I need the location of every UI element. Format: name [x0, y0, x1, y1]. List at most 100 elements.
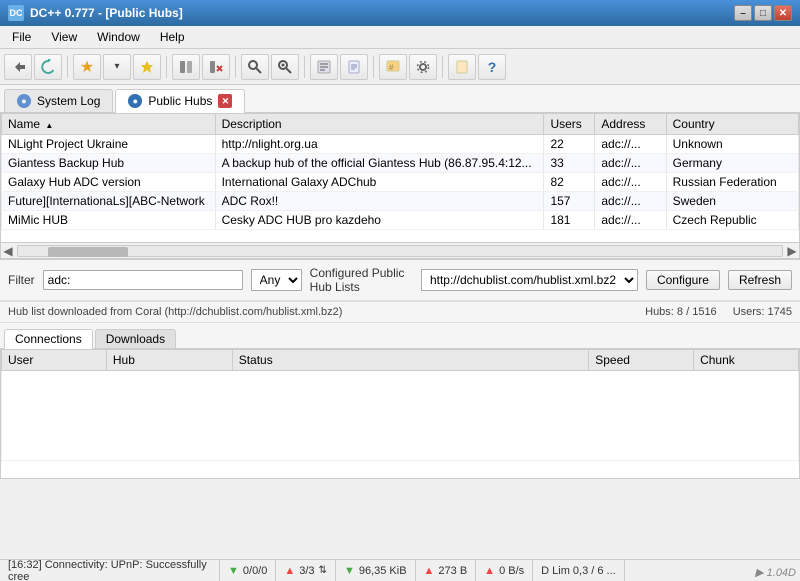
back-button[interactable]: [4, 54, 32, 80]
hub-users: 157: [544, 192, 595, 211]
bottom-panel[interactable]: User Hub Status Speed Chunk Downloads: [0, 349, 800, 479]
sep2: [166, 56, 167, 78]
col-users[interactable]: Users: [544, 114, 595, 135]
tab-downloads[interactable]: Downloads: [95, 329, 176, 348]
rate-text: 0 B/s: [499, 565, 524, 577]
download-speed-status: ▼ 96,35 KiB: [336, 560, 416, 581]
queue-icon: ▼: [228, 565, 239, 577]
settings-button[interactable]: [409, 54, 437, 80]
table-row[interactable]: Future][InternationaLs][ABC-Network ADC …: [2, 192, 799, 211]
sep4: [304, 56, 305, 78]
connectivity-text: [16:32] Connectivity: UPnP: Successfully…: [8, 559, 211, 581]
hscroll-bar[interactable]: ◀ ▶: [1, 243, 799, 259]
hub-status-text: Hub list downloaded from Coral (http://d…: [8, 306, 342, 318]
notepad-button[interactable]: [448, 54, 476, 80]
titlebar: DC DC++ 0.777 - [Public Hubs] – □ ✕: [0, 0, 800, 26]
about-button[interactable]: ?: [478, 54, 506, 80]
tab-syslog[interactable]: ● System Log: [4, 89, 113, 112]
adl-button[interactable]: [310, 54, 338, 80]
maximize-button[interactable]: □: [754, 5, 772, 21]
reload-button[interactable]: [34, 54, 62, 80]
table-row[interactable]: MiMic HUB Cesky ADC HUB pro kazdeho 181 …: [2, 211, 799, 230]
ul-speed-icon: ▲: [424, 565, 435, 577]
hub-desc: International Galaxy ADChub: [215, 173, 544, 192]
menu-view[interactable]: View: [43, 28, 85, 46]
hub-table-container[interactable]: Name ▲ Description Users Address Country…: [1, 113, 799, 243]
col-status[interactable]: Status: [232, 350, 589, 371]
app-icon: DC: [8, 5, 24, 21]
minimize-button[interactable]: –: [734, 5, 752, 21]
favorites-arrow-button[interactable]: ▾: [103, 54, 131, 80]
hub-desc: A backup hub of the official Giantess Hu…: [215, 154, 544, 173]
hub-address: adc://...: [595, 211, 666, 230]
add-favorite-button[interactable]: [133, 54, 161, 80]
tabs-container: ● System Log ● Public Hubs ✕: [0, 85, 800, 113]
col-address[interactable]: Address: [595, 114, 666, 135]
menu-file[interactable]: File: [4, 28, 39, 46]
tab-pubhubs[interactable]: ● Public Hubs ✕: [115, 89, 245, 113]
hub-users: 22: [544, 135, 595, 154]
col-country[interactable]: Country: [666, 114, 798, 135]
spy-button[interactable]: [271, 54, 299, 80]
hub-country: Unknown: [666, 135, 798, 154]
connect-button[interactable]: [172, 54, 200, 80]
hub-country: Sweden: [666, 192, 798, 211]
hub-desc: http://nlight.org.ua: [215, 135, 544, 154]
rate-icon: ▲: [484, 565, 495, 577]
menu-window[interactable]: Window: [89, 28, 148, 46]
syslog-tab-label: System Log: [37, 94, 100, 108]
svg-text:#: #: [389, 63, 394, 72]
menu-help[interactable]: Help: [152, 28, 193, 46]
config-label: Configured Public Hub Lists: [310, 266, 413, 294]
configure-button[interactable]: Configure: [646, 270, 720, 290]
close-button[interactable]: ✕: [774, 5, 792, 21]
hub-country: Russian Federation: [666, 173, 798, 192]
pubhubs-tab-close[interactable]: ✕: [218, 94, 232, 108]
table-row[interactable]: Giantess Backup Hub A backup hub of the …: [2, 154, 799, 173]
hash-button[interactable]: #: [379, 54, 407, 80]
hub-desc: Cesky ADC HUB pro kazdeho: [215, 211, 544, 230]
hub-users: 82: [544, 173, 595, 192]
sep3: [235, 56, 236, 78]
hub-country: Czech Republic: [666, 211, 798, 230]
transfers-status: ▲ 3/3 ⇅: [276, 560, 336, 581]
hub-name: Galaxy Hub ADC version: [2, 173, 216, 192]
tab-connections[interactable]: Connections: [4, 329, 93, 349]
user-count: Users: 1745: [733, 306, 792, 318]
hub-address: adc://...: [595, 135, 666, 154]
table-row[interactable]: Galaxy Hub ADC version International Gal…: [2, 173, 799, 192]
search-button[interactable]: [241, 54, 269, 80]
dl-speed-icon: ▼: [344, 565, 355, 577]
lim-status: D Lim 0,3 / 6 ...: [533, 560, 625, 581]
hub-address: adc://...: [595, 192, 666, 211]
connectivity-status: [16:32] Connectivity: UPnP: Successfully…: [0, 560, 220, 581]
col-speed[interactable]: Speed: [589, 350, 694, 371]
col-hub[interactable]: Hub: [106, 350, 232, 371]
filter-match-select[interactable]: Any All: [251, 269, 302, 291]
transfer-arrows-icon: ⇅: [319, 565, 327, 576]
filelist-button[interactable]: [340, 54, 368, 80]
hub-users: 33: [544, 154, 595, 173]
col-chunk[interactable]: Chunk: [694, 350, 799, 371]
hub-desc: ADC Rox!!: [215, 192, 544, 211]
filter-input[interactable]: [43, 270, 243, 290]
favorites-button[interactable]: ★: [73, 54, 101, 80]
hub-list-url-select[interactable]: http://dchublist.com/hublist.xml.bz2: [421, 269, 638, 291]
filter-label: Filter: [8, 273, 35, 287]
table-row[interactable]: NLight Project Ukraine http://nlight.org…: [2, 135, 799, 154]
config-section: Configured Public Hub Lists http://dchub…: [310, 266, 792, 294]
disconnect-button[interactable]: [202, 54, 230, 80]
col-desc[interactable]: Description: [215, 114, 544, 135]
pubhubs-tab-label: Public Hubs: [148, 94, 212, 108]
dl-speed-text: 96,35 KiB: [359, 565, 407, 577]
transfers-up-icon: ▲: [284, 565, 295, 577]
col-name[interactable]: Name ▲: [2, 114, 216, 135]
ul-speed-text: 273 B: [438, 565, 467, 577]
filter-row: Filter Any All Configured Public Hub Lis…: [0, 260, 800, 301]
refresh-button[interactable]: Refresh: [728, 270, 792, 290]
hub-address: adc://...: [595, 154, 666, 173]
hub-table: Name ▲ Description Users Address Country…: [1, 113, 799, 230]
col-user[interactable]: User: [2, 350, 107, 371]
syslog-tab-icon: ●: [17, 94, 31, 108]
bottom-statusbar: [16:32] Connectivity: UPnP: Successfully…: [0, 559, 800, 581]
